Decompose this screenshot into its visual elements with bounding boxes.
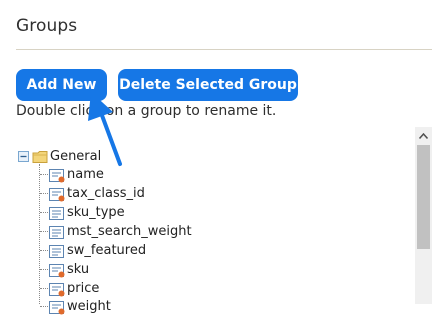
annotation-arrow-icon (88, 92, 122, 166)
